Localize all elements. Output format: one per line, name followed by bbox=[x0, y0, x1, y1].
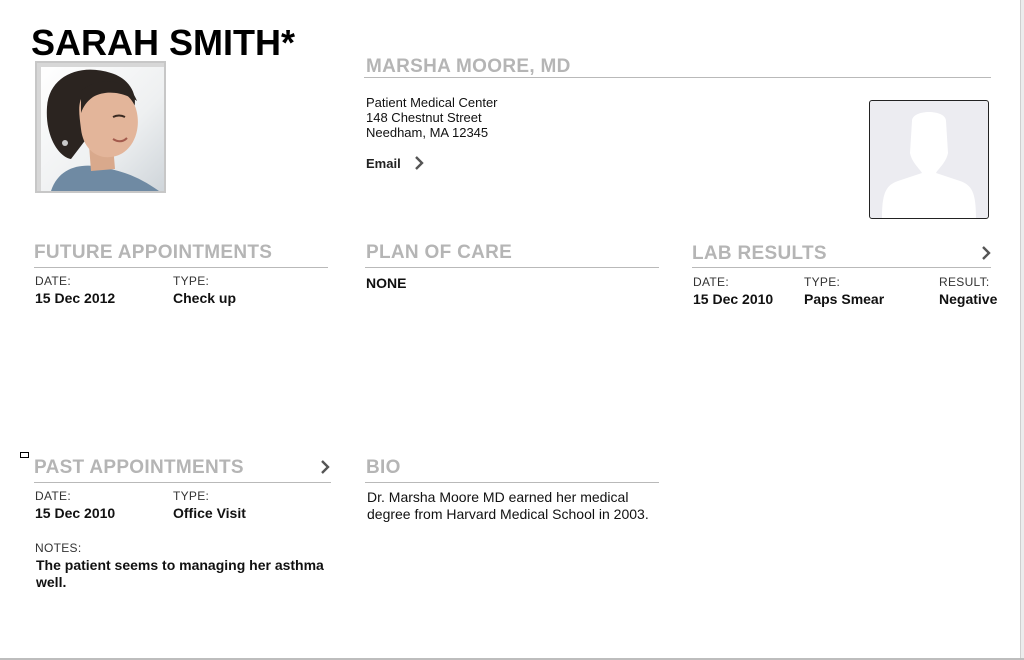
doctor-divider bbox=[364, 77, 991, 78]
past-type-label: TYPE: bbox=[173, 489, 210, 503]
lab-type-value: Paps Smear bbox=[804, 291, 885, 307]
small-box-marker bbox=[20, 452, 29, 458]
plan-of-care-value: NONE bbox=[366, 275, 407, 291]
future-appointments-divider bbox=[34, 267, 328, 268]
past-appointments-divider bbox=[34, 482, 331, 483]
past-appointments-title: PAST APPOINTMENTS bbox=[34, 457, 244, 478]
address-line-1: Patient Medical Center bbox=[366, 95, 498, 110]
right-scrollbar-edge bbox=[1020, 0, 1024, 660]
future-date-value: 15 Dec 2012 bbox=[35, 290, 116, 306]
future-date-label: DATE: bbox=[35, 274, 71, 288]
notes-line-1: The patient seems to managing her asthma bbox=[36, 557, 324, 573]
lab-result-value: Negative bbox=[939, 291, 998, 307]
chevron-right-icon bbox=[414, 156, 424, 170]
doctor-name: MARSHA MOORE, MD bbox=[366, 56, 571, 77]
email-link[interactable]: Email bbox=[366, 155, 427, 171]
lab-results-chevron-right-icon[interactable] bbox=[978, 245, 994, 261]
notes-line-2: well. bbox=[36, 574, 67, 590]
plan-of-care-title: PLAN OF CARE bbox=[366, 242, 513, 263]
lab-results-title: LAB RESULTS bbox=[692, 243, 827, 264]
email-label: Email bbox=[366, 155, 401, 171]
person-silhouette-icon bbox=[882, 112, 976, 218]
bio-text: Dr. Marsha Moore MD earned her medical d… bbox=[367, 489, 649, 523]
doctor-avatar-placeholder bbox=[869, 100, 989, 219]
doctor-address: Patient Medical Center 148 Chestnut Stre… bbox=[366, 95, 498, 140]
future-type-value: Check up bbox=[173, 290, 237, 306]
address-line-3: Needham, MA 12345 bbox=[366, 125, 489, 140]
lab-result-label: RESULT: bbox=[939, 275, 990, 289]
patient-photo bbox=[35, 61, 166, 193]
plan-of-care-divider bbox=[365, 267, 659, 268]
bio-line-2: degree from Harvard Medical School in 20… bbox=[367, 506, 649, 522]
lab-date-value: 15 Dec 2010 bbox=[693, 291, 774, 307]
past-type-value: Office Visit bbox=[173, 505, 246, 521]
past-date-value: 15 Dec 2010 bbox=[35, 505, 116, 521]
past-appointments-chevron-right-icon[interactable] bbox=[317, 459, 333, 475]
future-appointments-title: FUTURE APPOINTMENTS bbox=[34, 242, 273, 263]
bio-divider bbox=[365, 482, 659, 483]
bio-line-1: Dr. Marsha Moore MD earned her medical bbox=[367, 489, 629, 505]
address-line-2: 148 Chestnut Street bbox=[366, 110, 482, 125]
patient-name: SARAH SMITH* bbox=[31, 22, 296, 63]
lab-date-label: DATE: bbox=[693, 275, 729, 289]
past-notes-label: NOTES: bbox=[35, 541, 82, 555]
past-date-label: DATE: bbox=[35, 489, 71, 503]
bio-title: BIO bbox=[366, 457, 401, 478]
past-notes-value: The patient seems to managing her asthma… bbox=[36, 557, 324, 591]
future-type-label: TYPE: bbox=[173, 274, 210, 288]
lab-type-label: TYPE: bbox=[804, 275, 841, 289]
lab-results-divider bbox=[692, 267, 991, 268]
patient-photo-image bbox=[41, 67, 164, 191]
